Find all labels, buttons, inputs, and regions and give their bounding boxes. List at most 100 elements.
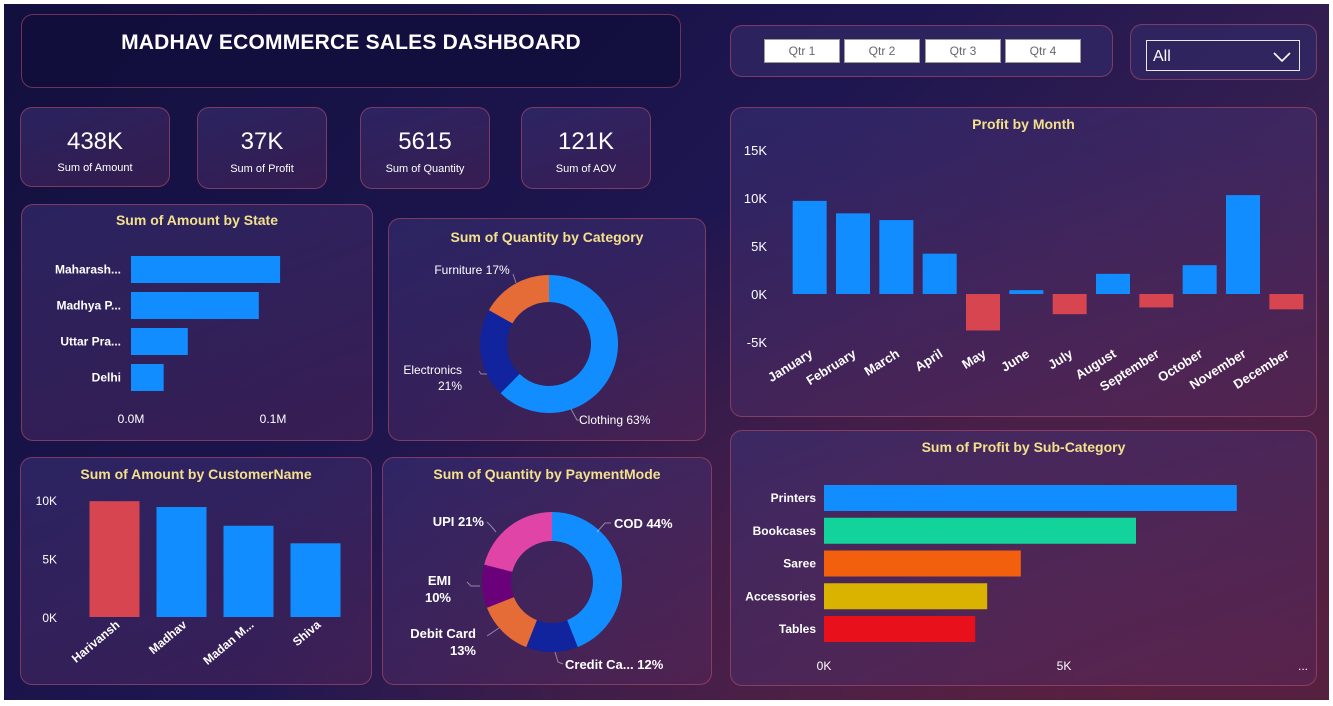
bar-february [836, 213, 870, 294]
kpi-card-profit: 37K Sum of Profit [197, 107, 327, 189]
bar-uttar-pra [131, 328, 188, 355]
bar-madan-m [223, 525, 274, 617]
bar-delhi [131, 364, 164, 391]
dropdown-value: All [1153, 48, 1171, 65]
y-tick-label: 15K [744, 143, 767, 158]
leader-line-credit-card [554, 651, 564, 665]
bar-may [966, 294, 1000, 331]
bar-september [1139, 294, 1174, 308]
chevron-down-icon [1273, 52, 1291, 63]
category-label-accessories: Accessories [745, 589, 816, 603]
bar-shiva [290, 543, 341, 617]
x-axis-overflow-marker: ... [1298, 659, 1308, 673]
bar-march [879, 220, 914, 294]
x-tick-label-madan-m: Madan M... [200, 618, 256, 668]
category-label-maharash: Maharash... [55, 263, 121, 277]
amount-by-customer-chart: 0K 5K 10K Harivansh Madhav Madan M... Shiva [36, 494, 341, 668]
data-label-electronics: Electronics 21% [403, 363, 462, 393]
y-tick-label: 10K [744, 191, 767, 206]
category-label-madhya-p: Madhya P... [57, 299, 121, 313]
y-tick-label: 0K [751, 287, 767, 302]
dashboard-canvas: MADHAV ECOMMERCE SALES DASHBOARD Qtr 1 Q… [4, 4, 1329, 700]
data-label-furniture: Furniture 17% [434, 263, 510, 277]
x-tick-label-june: June [998, 346, 1032, 375]
bar-december [1269, 294, 1304, 310]
y-tick-label: 5K [751, 239, 767, 254]
kpi-card-amount: 438K Sum of Amount [20, 107, 170, 187]
profit-by-subcategory-panel: Sum of Profit by Sub-Category Printers Bo… [730, 430, 1317, 686]
bar-april [922, 253, 957, 294]
category-label-bookcases: Bookcases [753, 524, 817, 538]
data-label-cod: COD 44% [614, 516, 673, 531]
bar-november [1226, 195, 1260, 294]
amount-by-state-panel: Sum of Amount by State Maharash... Madhya… [21, 204, 373, 441]
y-tick-label: 10K [36, 494, 57, 508]
x-tick-label-may: May [959, 345, 989, 372]
data-label-upi: UPI 21% [433, 514, 485, 529]
category-label-uttar-pra: Uttar Pra... [60, 335, 121, 349]
bar-madhya-p [131, 292, 259, 319]
y-tick-label: -5K [747, 335, 768, 350]
slice-upi [484, 512, 552, 572]
bar-accessories [824, 583, 988, 610]
x-tick-label: 0K [817, 659, 832, 673]
kpi-amount-label: Sum of Amount [57, 162, 133, 174]
bar-madhav [156, 507, 207, 617]
bar-saree [824, 550, 1021, 577]
quantity-by-category-panel: Sum of Quantity by Category Clothing 63%… [388, 218, 706, 441]
x-tick-label: 0.0M [118, 412, 145, 426]
x-tick-label-march: March [861, 346, 901, 379]
profit-by-month-chart: -5K0K5K10K15KJanuaryFebruary March April Ma… [744, 143, 1304, 394]
kpi-profit-label: Sum of Profit [230, 163, 294, 175]
kpi-amount-value: 438K [66, 128, 124, 155]
quantity-by-category-chart: Clothing 63% Electronics 21% Furniture 17% [403, 263, 651, 427]
x-tick-label: 5K [1057, 659, 1072, 673]
category-label-printers: Printers [771, 491, 817, 505]
qtr-4-button[interactable]: Qtr 4 [1005, 39, 1081, 63]
bar-january [792, 200, 827, 294]
bar-printers [824, 485, 1237, 511]
leader-line-debit-card [486, 627, 500, 637]
leader-line-clothing [570, 408, 579, 421]
x-tick-label-madhav: Madhav [146, 617, 189, 657]
category-label-tables: Tables [779, 622, 816, 636]
y-tick-label: 5K [42, 553, 57, 567]
bar-harivansh [89, 501, 140, 617]
qtr-2-button[interactable]: Qtr 2 [844, 39, 920, 63]
qtr-1-button[interactable]: Qtr 1 [764, 39, 840, 63]
x-tick-label: 0.1M [260, 412, 287, 426]
kpi-aov-value: 121K [557, 128, 615, 155]
leader-line-emi [466, 581, 480, 587]
bar-june [1009, 290, 1044, 294]
filter-slicer: All [1130, 24, 1317, 80]
category-label-saree: Saree [783, 557, 816, 571]
category-label-delhi: Delhi [92, 371, 121, 385]
y-tick-label: 0K [42, 611, 57, 625]
qtr-3-button[interactable]: Qtr 3 [925, 39, 1001, 63]
page-title: MADHAV ECOMMERCE SALES DASHBOARD [121, 31, 581, 54]
kpi-card-quantity: 5615 Sum of Quantity [360, 107, 490, 189]
data-label-emi: EMI 10% [425, 573, 451, 605]
amount-by-state-chart: Maharash... Madhya P... Uttar Pra... Delhi 0… [55, 256, 287, 426]
data-label-clothing: Clothing 63% [579, 413, 651, 427]
data-label-credit-card: Credit Ca... 12% [565, 657, 664, 672]
kpi-profit-value: 37K [240, 128, 284, 155]
bar-july [1052, 294, 1087, 315]
quarter-slicer: Qtr 1 Qtr 2 Qtr 3 Qtr 4 [730, 25, 1113, 77]
data-label-debit-card: Debit Card 13% [410, 626, 476, 658]
bar-october [1182, 265, 1217, 294]
amount-by-customer-panel: Sum of Amount by CustomerName 0K 5K 10K Har… [20, 457, 372, 685]
leader-line-furniture [512, 273, 517, 284]
bar-bookcases [824, 517, 1136, 544]
kpi-quantity-label: Sum of Quantity [385, 163, 465, 175]
kpi-card-aov: 121K Sum of AOV [521, 107, 651, 189]
quantity-by-paymentmode-panel: Sum of Quantity by PaymentMode COD 44% Cr… [382, 457, 712, 685]
x-tick-label-april: April [912, 346, 945, 374]
filter-dropdown[interactable]: All [1146, 40, 1300, 71]
x-tick-label-harivansh: Harivansh [69, 618, 122, 666]
leader-line-upi [486, 521, 497, 533]
profit-by-subcategory-chart: Printers Bookcases Saree Accessories Tables 0… [745, 485, 1308, 673]
x-tick-label-july: July [1045, 345, 1076, 372]
x-tick-label-february: February [803, 345, 859, 388]
quantity-by-paymentmode-chart: COD 44% Credit Ca... 12% Debit Card 13% EMI 1… [410, 512, 673, 672]
